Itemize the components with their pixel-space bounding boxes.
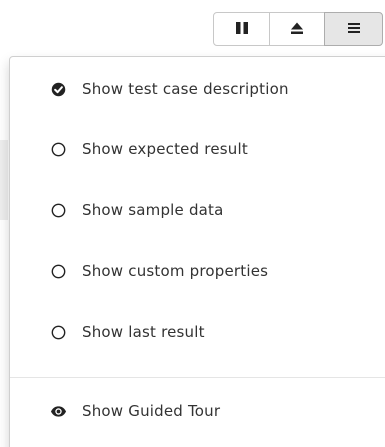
radio-empty-icon (48, 261, 68, 281)
radio-empty-icon (48, 322, 68, 342)
eject-button[interactable] (269, 12, 325, 46)
pause-button[interactable] (213, 12, 270, 46)
menu-toggle-button[interactable] (324, 12, 383, 46)
radio-empty-icon (48, 200, 68, 220)
menu-item-label: Show sample data (82, 201, 224, 219)
eye-icon (48, 401, 68, 421)
menu-item-show-last-result[interactable]: Show last result (10, 312, 380, 352)
menu-item-label: Show expected result (82, 140, 248, 158)
menu-item-show-expected-result[interactable]: Show expected result (10, 129, 380, 169)
background-panel (0, 140, 8, 220)
menu-item-show-guided-tour[interactable]: Show Guided Tour (10, 391, 380, 431)
hamburger-menu-icon (347, 20, 361, 39)
check-circle-icon (48, 79, 68, 99)
eject-icon (290, 20, 304, 39)
toolbar-button-group (213, 12, 383, 46)
menu-item-label: Show last result (82, 323, 205, 341)
menu-divider (10, 377, 385, 378)
pause-icon (235, 20, 249, 39)
menu-item-label: Show custom properties (82, 262, 269, 280)
radio-empty-icon (48, 139, 68, 159)
page: Show test case description Show expected… (0, 0, 385, 447)
menu-item-show-custom-properties[interactable]: Show custom properties (10, 251, 380, 291)
options-dropdown-menu: Show test case description Show expected… (9, 56, 385, 447)
menu-item-label: Show test case description (82, 80, 289, 98)
menu-item-show-test-case-description[interactable]: Show test case description (10, 69, 380, 109)
menu-item-label: Show Guided Tour (82, 402, 221, 420)
menu-item-show-sample-data[interactable]: Show sample data (10, 190, 380, 230)
